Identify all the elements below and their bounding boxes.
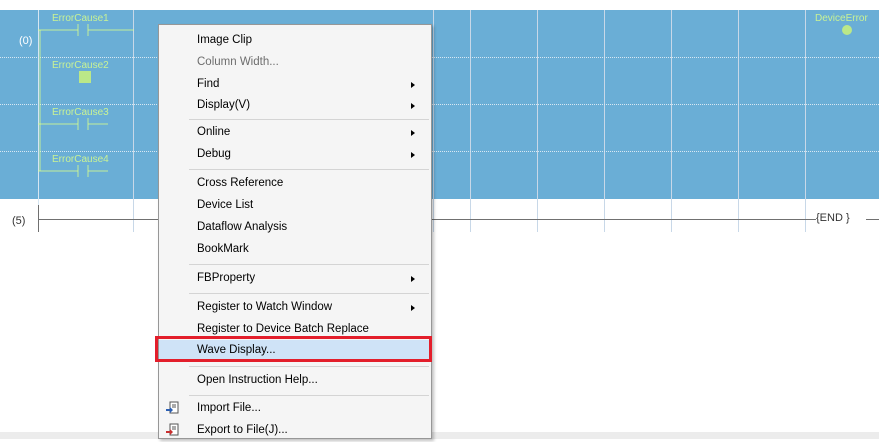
grid-line — [671, 10, 672, 232]
grid-line — [433, 10, 434, 232]
menu-item-label: Display(V) — [197, 99, 251, 111]
menu-item-label: Register to Watch Window — [197, 301, 333, 313]
rung-line — [38, 219, 158, 220]
menu-item-label: Import File... — [197, 402, 261, 414]
menu-item-open-instruction-help[interactable]: Open Instruction Help... — [159, 370, 431, 392]
menu-item-label: Register to Device Batch Replace — [197, 323, 369, 335]
menu-item-label: Open Instruction Help... — [197, 374, 318, 386]
menu-item-label: Debug — [197, 148, 231, 160]
ladder-editor[interactable]: (0) (5) ErrorCause1 ErrorCause2 ErrorCau… — [0, 0, 879, 439]
end-instruction[interactable]: {END } — [816, 212, 850, 224]
menu-item-debug[interactable]: Debug — [159, 144, 431, 166]
step-number: (0) — [19, 35, 33, 47]
menu-item-find[interactable]: Find — [159, 74, 431, 96]
submenu-arrow-icon — [411, 276, 415, 282]
menu-item-dataflow-analysis[interactable]: Dataflow Analysis — [159, 217, 431, 239]
submenu-arrow-icon — [411, 130, 415, 136]
menu-item-column-width: Column Width... — [159, 52, 431, 74]
menu-item-online[interactable]: Online — [159, 122, 431, 144]
menu-item-register-watch-window[interactable]: Register to Watch Window — [159, 297, 431, 319]
coil-label[interactable]: DeviceError — [815, 13, 868, 24]
menu-item-label: Online — [197, 126, 231, 138]
menu-item-image-clip[interactable]: Image Clip — [159, 30, 431, 52]
grid-line — [537, 10, 538, 232]
menu-separator — [189, 264, 429, 265]
submenu-arrow-icon — [411, 152, 415, 158]
menu-item-label: Export to File(J)... — [197, 424, 288, 436]
menu-item-fbproperty[interactable]: FBProperty — [159, 268, 431, 290]
menu-separator — [189, 395, 429, 396]
menu-item-label: BookMark — [197, 243, 249, 255]
export-file-icon — [166, 423, 179, 436]
rung-line — [432, 219, 816, 220]
import-file-icon — [166, 401, 179, 414]
menu-separator — [189, 366, 429, 367]
contact-symbols — [38, 24, 134, 177]
context-menu: Image Clip Column Width... Find Display(… — [158, 24, 432, 439]
menu-item-label: Find — [197, 78, 220, 90]
highlight-frame — [155, 336, 432, 362]
menu-item-label: FBProperty — [197, 272, 256, 284]
grid-line — [470, 10, 471, 232]
menu-separator — [189, 119, 429, 120]
menu-separator — [189, 169, 429, 170]
menu-separator — [189, 293, 429, 294]
submenu-arrow-icon — [411, 82, 415, 88]
menu-item-label: Column Width... — [197, 56, 279, 68]
menu-item-label: Cross Reference — [197, 177, 284, 189]
coil-indicator — [842, 25, 852, 35]
step-number: (5) — [12, 215, 26, 227]
menu-item-label: Image Clip — [197, 34, 252, 46]
menu-item-display[interactable]: Display(V) — [159, 95, 431, 117]
menu-item-label: Dataflow Analysis — [197, 221, 288, 233]
grid-line — [805, 10, 806, 232]
submenu-arrow-icon — [411, 305, 415, 311]
menu-item-bookmark[interactable]: BookMark — [159, 239, 431, 261]
menu-item-label: Device List — [197, 199, 254, 211]
status-strip — [0, 432, 879, 439]
menu-item-cross-reference[interactable]: Cross Reference — [159, 173, 431, 195]
grid-line — [604, 10, 605, 232]
rung-line — [866, 219, 879, 220]
submenu-arrow-icon — [411, 103, 415, 109]
menu-item-import-file[interactable]: Import File... — [159, 398, 431, 420]
menu-item-device-list[interactable]: Device List — [159, 195, 431, 217]
grid-line — [738, 10, 739, 232]
